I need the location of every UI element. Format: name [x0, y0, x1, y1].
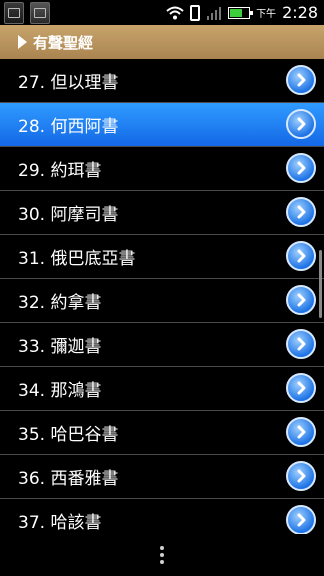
list-item[interactable]: 28. 何西阿書 [0, 103, 324, 147]
chevron-right-icon[interactable] [286, 65, 316, 95]
list-item-label: 28. 何西阿書 [18, 117, 119, 137]
list-item[interactable]: 35. 哈巴谷書 [0, 411, 324, 455]
phone-icon [190, 4, 201, 21]
list-item-label: 30. 阿摩司書 [18, 205, 119, 225]
app-notification-icon [4, 2, 24, 24]
signal-icon [207, 6, 222, 20]
list-item-label: 31. 俄巴底亞書 [18, 249, 136, 269]
book-list: 27. 但以理書 28. 何西阿書 29. 約珥書 30. 阿摩司書 31. 俄巴底亞書… [0, 59, 324, 543]
list-item[interactable]: 29. 約珥書 [0, 147, 324, 191]
list-item-label: 32. 約拿書 [18, 293, 102, 313]
list-item-label: 29. 約珥書 [18, 161, 102, 181]
notification-icons [4, 2, 50, 24]
header-title: 有聲聖經 [33, 33, 94, 52]
chevron-right-icon[interactable] [286, 329, 316, 359]
app-notification-icon-2 [30, 2, 50, 24]
list-item[interactable]: 31. 俄巴底亞書 [0, 235, 324, 279]
scrollbar[interactable] [319, 250, 322, 318]
list-item[interactable]: 33. 彌迦書 [0, 323, 324, 367]
list-item[interactable]: 34. 那鴻書 [0, 367, 324, 411]
status-bar: 下午 2:28 [0, 0, 324, 25]
list-item[interactable]: 36. 西番雅書 [0, 455, 324, 499]
play-icon [18, 35, 27, 49]
chevron-right-icon[interactable] [286, 505, 316, 535]
chevron-right-icon[interactable] [286, 373, 316, 403]
chevron-right-icon[interactable] [286, 417, 316, 447]
overflow-menu-icon[interactable] [160, 546, 164, 564]
battery-icon [228, 6, 254, 19]
list-item-label: 37. 哈該書 [18, 513, 102, 533]
chevron-right-icon[interactable] [286, 109, 316, 139]
section-header[interactable]: 有聲聖經 [0, 25, 324, 59]
clock-ampm: 下午 [256, 9, 277, 20]
list-item-label: 34. 那鴻書 [18, 381, 102, 401]
list-item[interactable]: 32. 約拿書 [0, 279, 324, 323]
chevron-right-icon[interactable] [286, 241, 316, 271]
chevron-right-icon[interactable] [286, 461, 316, 491]
wifi-icon [166, 6, 184, 19]
clock-time: 2:28 [282, 3, 318, 22]
bottom-bar [0, 534, 324, 576]
chevron-right-icon[interactable] [286, 197, 316, 227]
list-item-label: 36. 西番雅書 [18, 469, 119, 489]
list-item-label: 33. 彌迦書 [18, 337, 102, 357]
list-item[interactable]: 27. 但以理書 [0, 59, 324, 103]
list-item-label: 35. 哈巴谷書 [18, 425, 119, 445]
list-item[interactable]: 30. 阿摩司書 [0, 191, 324, 235]
chevron-right-icon[interactable] [286, 285, 316, 315]
list-item-label: 27. 但以理書 [18, 73, 119, 93]
status-icons: 下午 2:28 [166, 0, 318, 25]
chevron-right-icon[interactable] [286, 153, 316, 183]
